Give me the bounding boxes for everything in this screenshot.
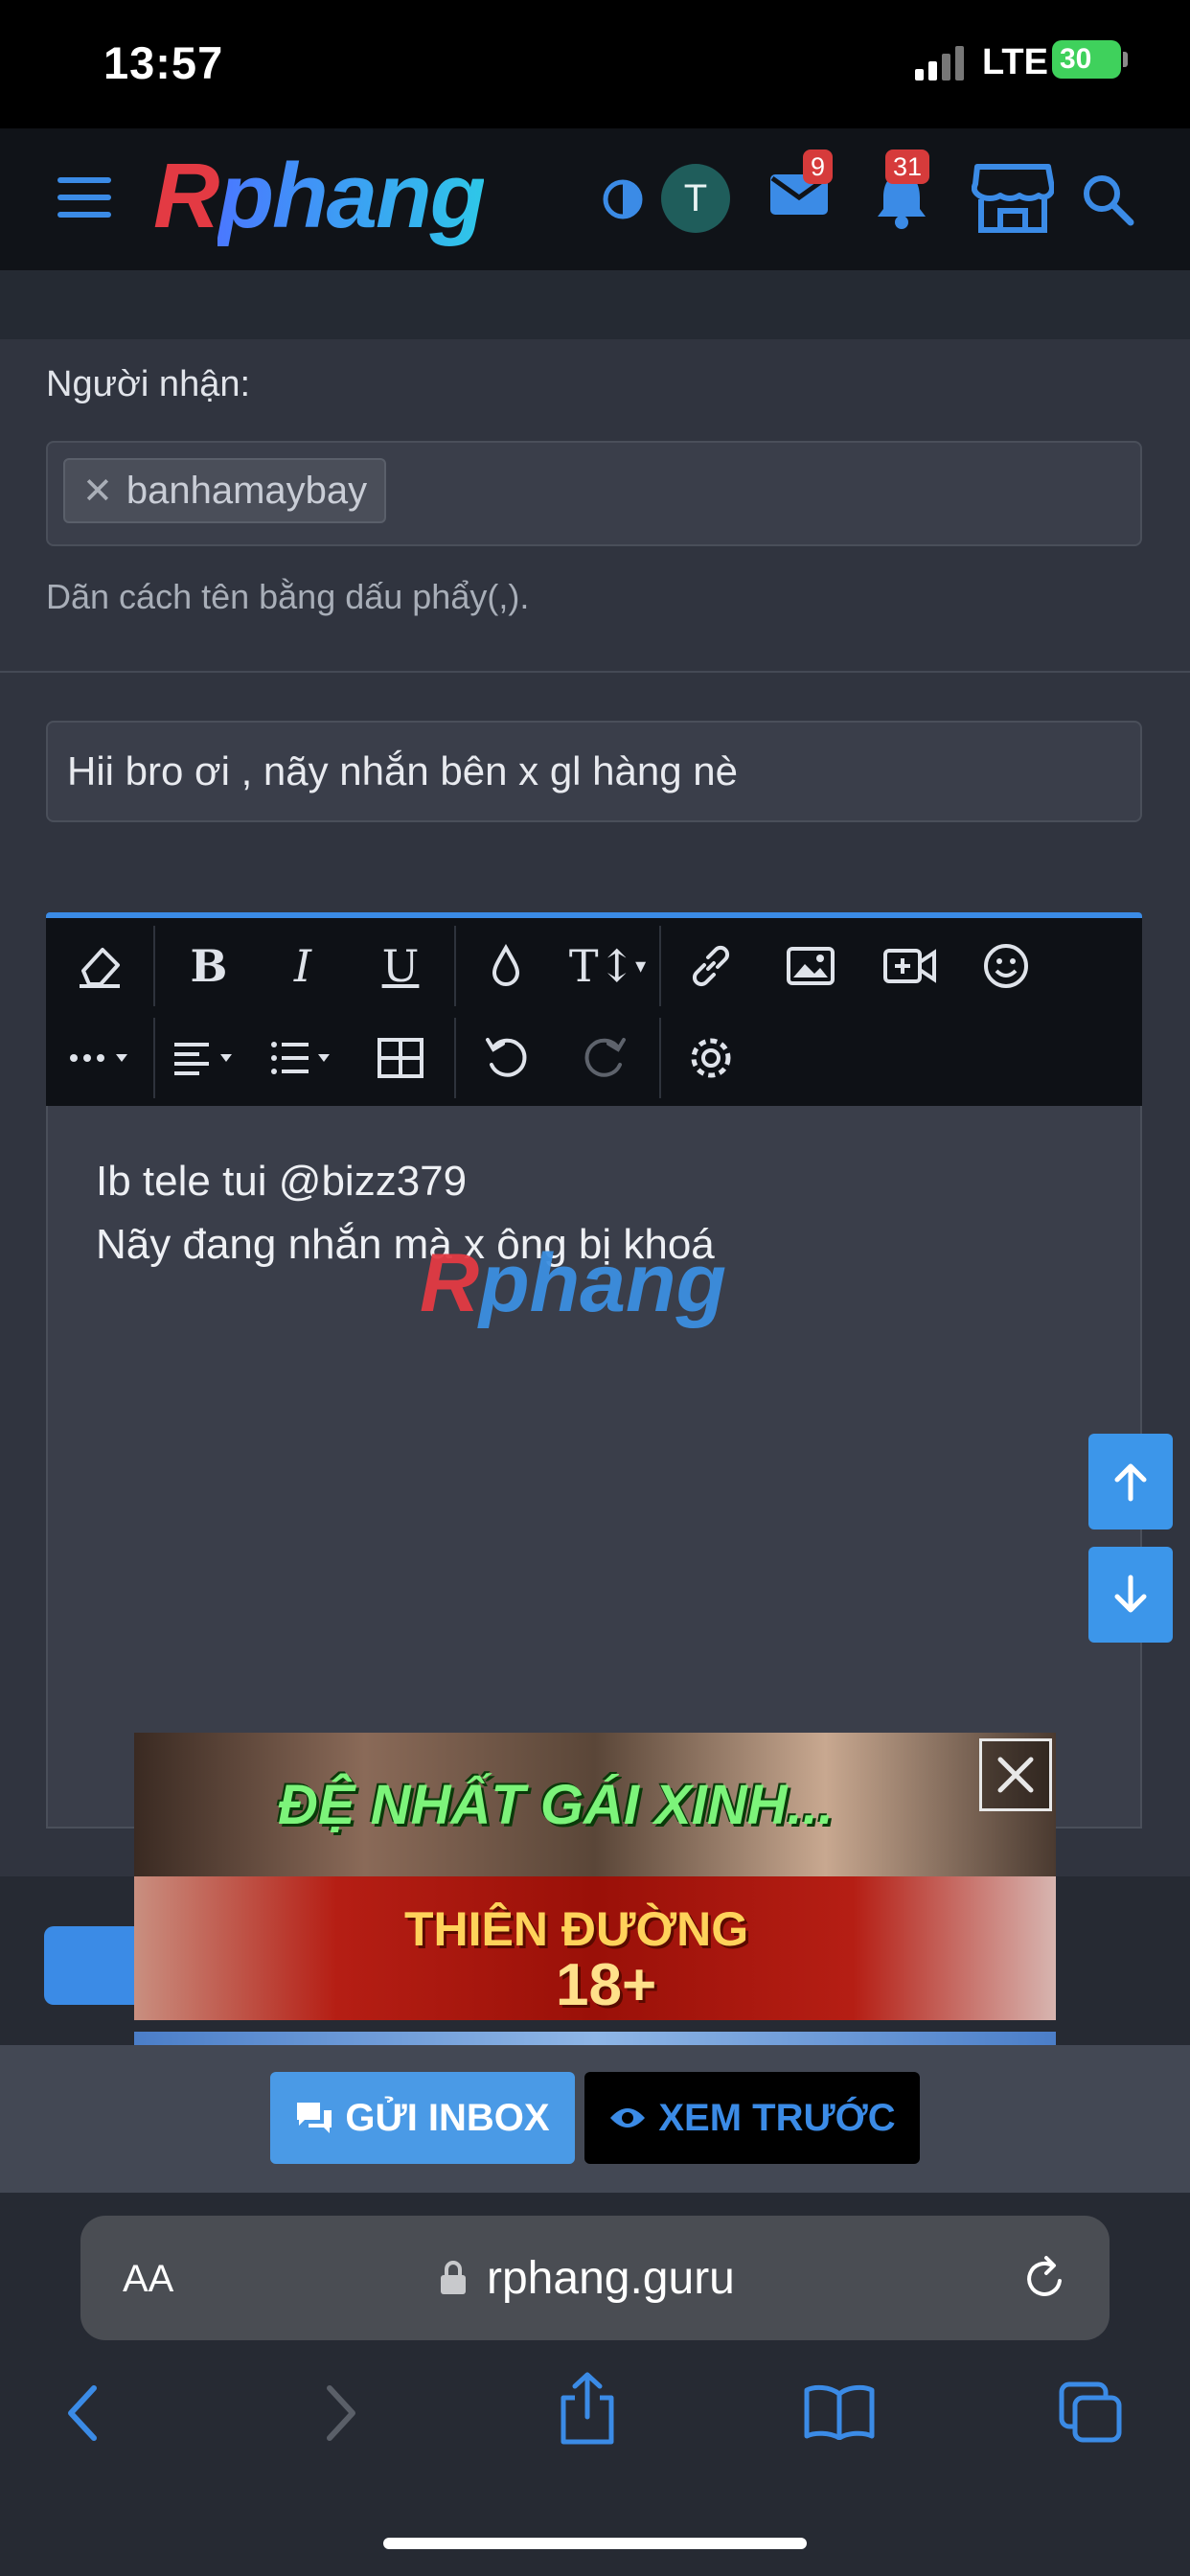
close-icon <box>997 1757 1034 1793</box>
section-divider <box>0 671 1190 673</box>
theme-toggle-icon[interactable] <box>602 178 644 220</box>
eye-icon <box>610 2108 646 2128</box>
site-logo[interactable]: Rphang <box>153 144 486 249</box>
color-drop-icon[interactable] <box>468 928 544 1004</box>
toolbar-separator <box>153 1018 155 1098</box>
recipients-label: Người nhận: <box>46 364 251 404</box>
logo-letter: R <box>153 145 219 247</box>
battery-tip <box>1123 52 1128 67</box>
ad-text: 18+ <box>556 1952 657 2018</box>
signal-icon <box>915 46 964 80</box>
share-icon[interactable] <box>558 2371 617 2446</box>
send-inbox-button[interactable]: GỬI INBOX <box>270 2072 575 2164</box>
url-text: rphang.guru <box>487 2253 735 2304</box>
notification-badge: 31 <box>885 150 930 184</box>
ad-banner[interactable]: ĐỆ NHẤT GÁI XINH... THIÊN ĐƯỜNG 18+ <box>134 1733 1056 2045</box>
search-icon[interactable] <box>1081 172 1134 226</box>
preview-button[interactable]: XEM TRƯỚC <box>584 2072 920 2164</box>
ad-text: THIÊN ĐƯỜNG <box>404 1902 749 1956</box>
link-icon[interactable] <box>673 928 749 1004</box>
text-size-button[interactable]: AA <box>123 2258 173 2301</box>
video-icon[interactable] <box>872 928 949 1004</box>
scroll-down-button[interactable] <box>1088 1547 1173 1643</box>
toolbar-separator <box>153 926 155 1006</box>
hamburger-menu-icon[interactable] <box>57 175 115 221</box>
recipient-tag: ✕ banhamaybay <box>63 458 387 523</box>
ad-image-middle: THIÊN ĐƯỜNG 18+ <box>134 1876 1056 2020</box>
status-time: 13:57 <box>103 37 224 88</box>
chat-bubbles-icon <box>297 2103 332 2133</box>
bookmarks-icon[interactable] <box>803 2384 876 2440</box>
settings-gear-icon[interactable] <box>673 1020 749 1096</box>
list-icon[interactable] <box>263 1020 349 1096</box>
logo-watermark: Rphang <box>420 1236 726 1331</box>
eraser-icon[interactable] <box>61 928 138 1004</box>
lock-icon <box>441 2261 466 2294</box>
toolbar-separator <box>454 926 456 1006</box>
ad-text: ĐỆ NHẤT GÁI XINH... <box>278 1774 835 1836</box>
more-options-icon[interactable] <box>61 1020 148 1096</box>
battery-level: 30 <box>1060 43 1092 75</box>
inbox-badge: 9 <box>803 150 834 184</box>
message-line: Ib tele tui @bizz379 <box>96 1158 468 1205</box>
ad-close-button[interactable] <box>979 1738 1052 1811</box>
recipient-tag-label: banhamaybay <box>126 469 368 512</box>
arrow-up-icon <box>1114 1463 1147 1502</box>
recipients-hint: Dãn cách tên bằng dấu phẩy(,). <box>46 577 530 616</box>
preview-label: XEM TRƯỚC <box>658 2096 896 2139</box>
store-icon[interactable] <box>972 163 1054 234</box>
reload-icon[interactable] <box>1021 2254 1069 2304</box>
emoji-icon[interactable] <box>968 928 1044 1004</box>
send-inbox-label: GỬI INBOX <box>345 2096 550 2139</box>
undo-icon[interactable] <box>468 1020 544 1096</box>
align-icon[interactable] <box>165 1020 251 1096</box>
title-value: Hii bro ơi , nãy nhắn bên x gl hàng nè <box>67 748 738 794</box>
image-icon[interactable] <box>772 928 849 1004</box>
watermark-word: phang <box>479 1237 727 1329</box>
sub-header-bar <box>0 270 1190 339</box>
logo-word: phang <box>217 145 486 247</box>
message-editor[interactable] <box>46 1106 1142 1828</box>
ad-image-bottom <box>134 2032 1056 2045</box>
watermark-letter: R <box>420 1237 480 1329</box>
tabs-icon[interactable] <box>1058 2380 1125 2444</box>
redo-icon[interactable] <box>567 1020 644 1096</box>
text-size-icon[interactable]: T↕ ▾ <box>563 928 652 1004</box>
back-icon[interactable] <box>61 2382 103 2444</box>
editor-toolbar: B I U T↕ ▾ <box>46 918 1142 1106</box>
toolbar-separator <box>454 1018 456 1098</box>
underline-icon[interactable]: U <box>362 928 439 1004</box>
bold-icon[interactable]: B <box>171 928 247 1004</box>
toolbar-separator <box>659 1018 661 1098</box>
remove-tag-icon[interactable]: ✕ <box>82 470 113 513</box>
table-icon[interactable] <box>362 1020 439 1096</box>
forward-icon[interactable] <box>320 2382 362 2444</box>
network-type: LTE <box>982 42 1048 82</box>
user-avatar[interactable]: T <box>661 164 730 233</box>
arrow-down-icon <box>1114 1575 1147 1613</box>
scroll-up-button[interactable] <box>1088 1434 1173 1530</box>
title-input[interactable]: Hii bro ơi , nãy nhắn bên x gl hàng nè <box>46 721 1142 822</box>
italic-icon[interactable]: I <box>264 928 341 1004</box>
toolbar-separator <box>659 926 661 1006</box>
home-indicator <box>383 2538 807 2549</box>
battery-indicator: 30 <box>1052 40 1121 79</box>
